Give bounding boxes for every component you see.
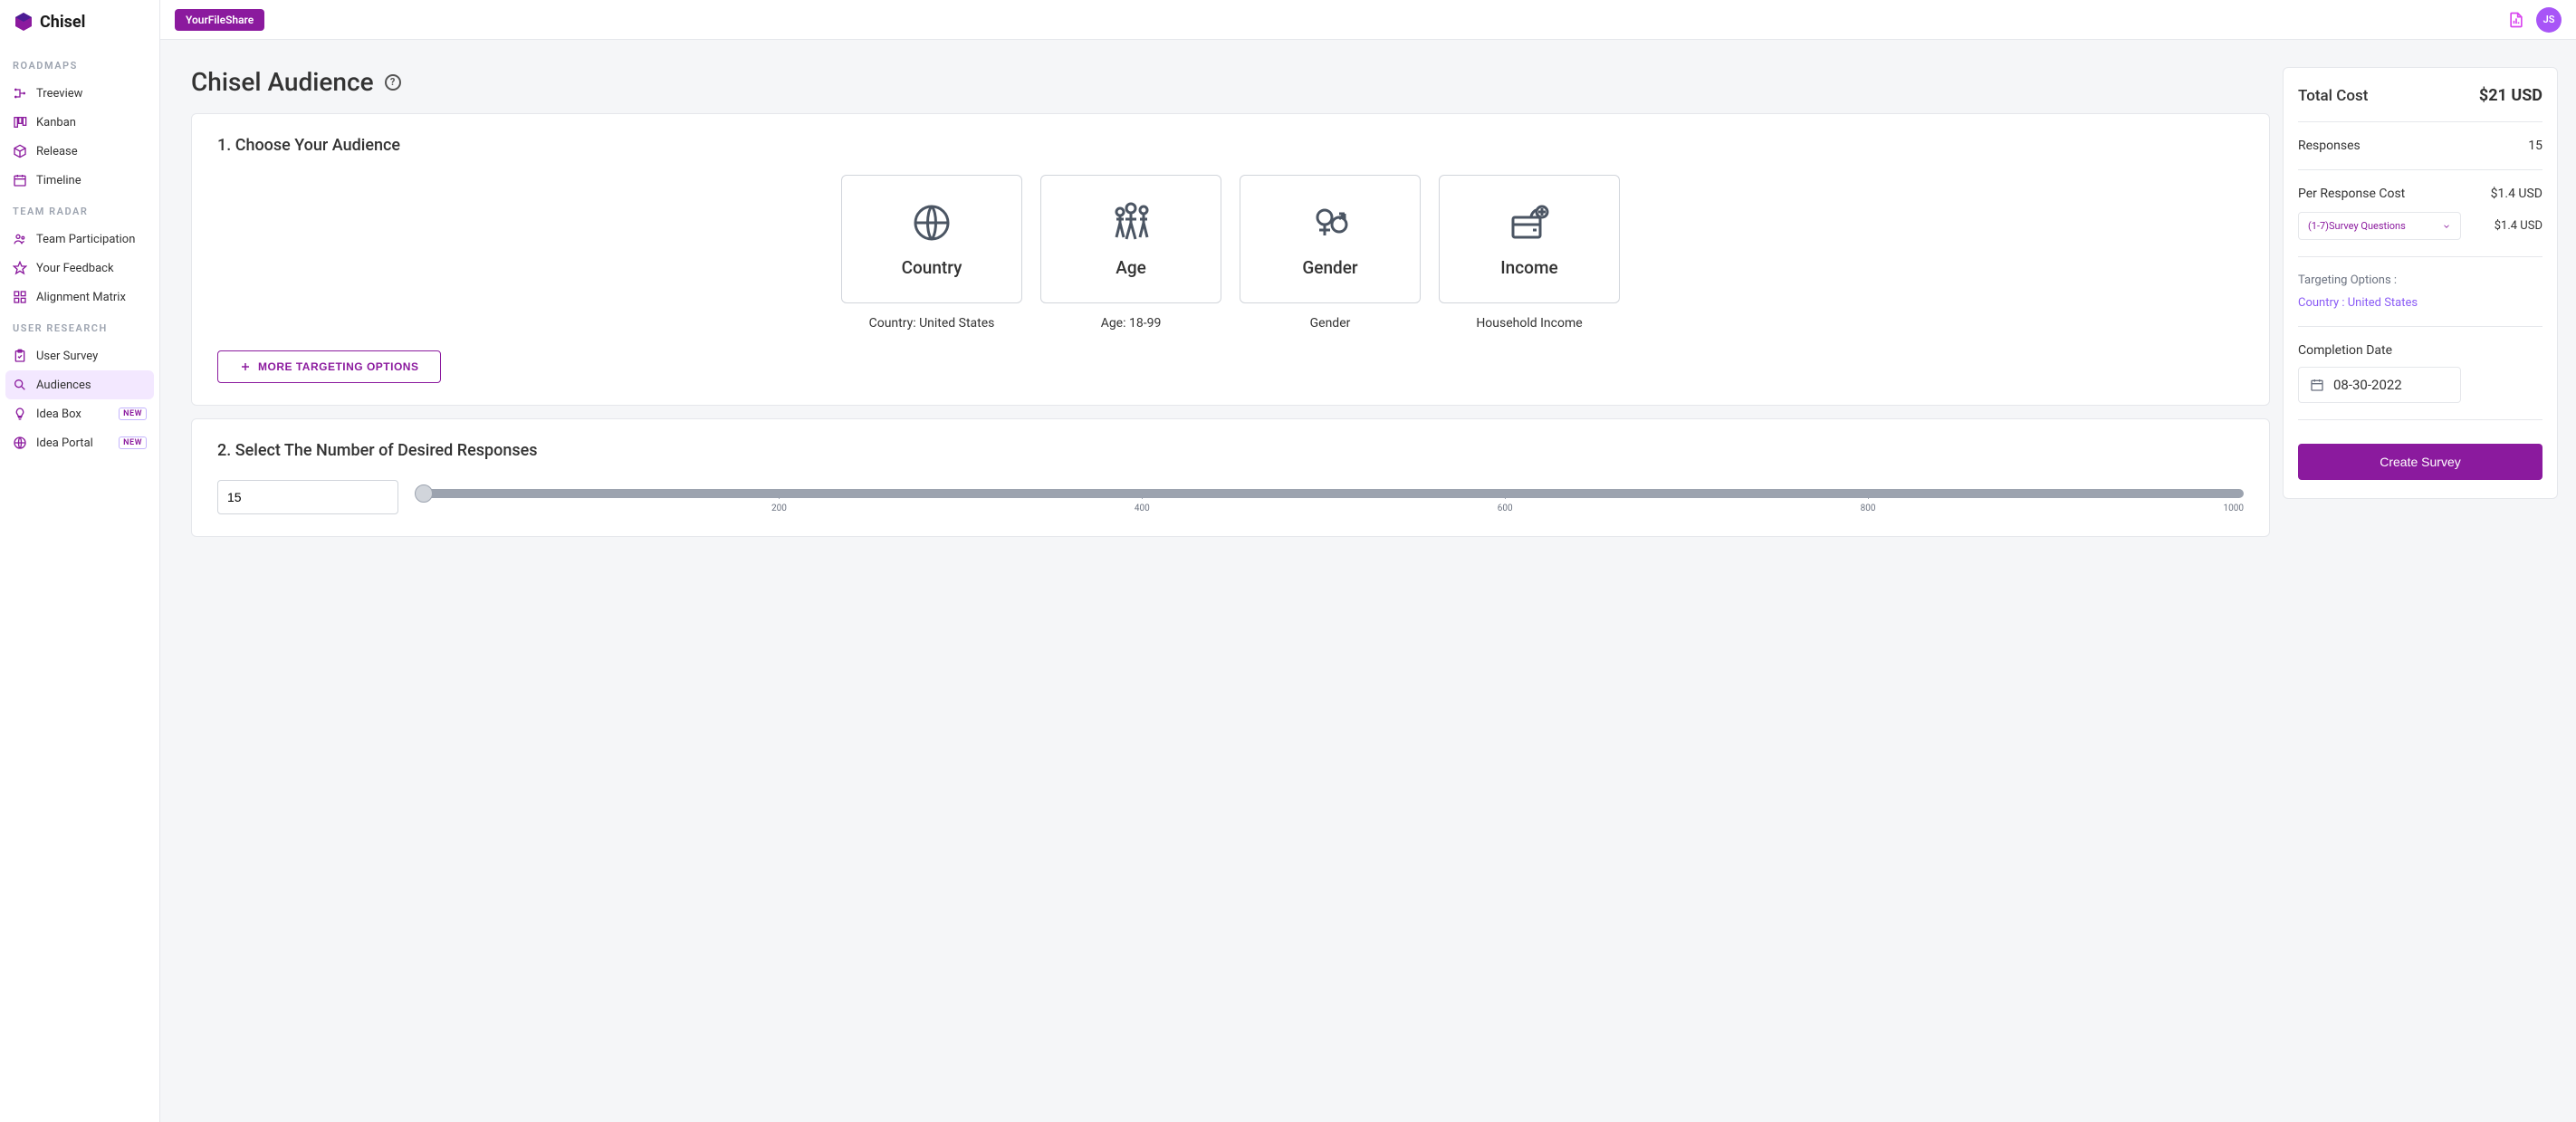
questions-dropdown[interactable]: (1-7)Survey Questions xyxy=(2298,212,2461,240)
total-cost-value: $21 USD xyxy=(2479,86,2542,105)
create-survey-button[interactable]: Create Survey xyxy=(2298,444,2542,480)
responses-label: Responses xyxy=(2298,139,2361,153)
total-cost-label: Total Cost xyxy=(2298,87,2368,105)
completion-date-label: Completion Date xyxy=(2298,343,2542,358)
page-title: Chisel Audience xyxy=(191,67,374,97)
logo[interactable]: Chisel xyxy=(0,11,159,49)
wallet-icon xyxy=(1508,201,1551,245)
section-label-teamradar: TEAM RADAR xyxy=(0,195,159,225)
report-icon[interactable] xyxy=(2507,11,2525,29)
section-heading-2: 2. Select The Number of Desired Response… xyxy=(217,441,2244,460)
per-response-label: Per Response Cost xyxy=(2298,187,2405,201)
audience-tile-income[interactable]: Income xyxy=(1439,175,1620,303)
topbar: YourFileShare JS xyxy=(160,0,2576,40)
questions-price: $1.4 USD xyxy=(2495,219,2542,233)
gender-icon xyxy=(1308,201,1352,245)
grid-icon xyxy=(13,290,27,304)
logo-icon xyxy=(13,11,34,33)
summary-panel: Total Cost $21 USD Responses 15 Per Resp… xyxy=(2283,67,2558,499)
audience-sub-gender: Gender xyxy=(1240,316,1421,331)
sidebar-item-treeview[interactable]: Treeview xyxy=(5,79,154,108)
sidebar-item-alignment-matrix[interactable]: Alignment Matrix xyxy=(5,283,154,312)
bulb-icon xyxy=(13,407,27,421)
responses-count: 15 xyxy=(2528,139,2542,153)
sidebar-item-idea-box[interactable]: Idea BoxNEW xyxy=(5,399,154,428)
new-badge: NEW xyxy=(119,408,147,420)
slider-thumb[interactable] xyxy=(415,484,433,503)
responses-input[interactable] xyxy=(217,480,398,514)
new-badge: NEW xyxy=(119,436,147,449)
family-icon xyxy=(1109,201,1153,245)
audience-sub-country: Country: United States xyxy=(841,316,1022,331)
chevron-down-icon xyxy=(2442,222,2451,231)
logo-text: Chisel xyxy=(40,13,85,32)
sidebar-item-kanban[interactable]: Kanban xyxy=(5,108,154,137)
kanban-icon xyxy=(13,115,27,129)
section-label-userresearch: USER RESEARCH xyxy=(0,312,159,341)
sidebar-item-timeline[interactable]: Timeline xyxy=(5,166,154,195)
audience-sub-age: Age: 18-99 xyxy=(1040,316,1221,331)
responses-slider[interactable]: 200 400 600 800 1000 xyxy=(424,482,2244,513)
globe-icon xyxy=(13,436,27,450)
calendar-icon xyxy=(2310,378,2324,392)
help-icon[interactable]: ? xyxy=(385,74,401,91)
audience-tile-gender[interactable]: Gender xyxy=(1240,175,1421,303)
plus-icon xyxy=(240,361,251,372)
targeting-country-link[interactable]: Country : United States xyxy=(2298,296,2542,310)
clipboard-icon xyxy=(13,349,27,363)
box-icon xyxy=(13,144,27,158)
people-icon xyxy=(13,232,27,246)
audience-card: 1. Choose Your Audience Country Country:… xyxy=(191,113,2270,406)
targeting-options-label: Targeting Options : xyxy=(2298,273,2542,287)
audience-tile-country[interactable]: Country xyxy=(841,175,1022,303)
audience-tile-age[interactable]: Age xyxy=(1040,175,1221,303)
avatar[interactable]: JS xyxy=(2536,7,2562,33)
section-heading-1: 1. Choose Your Audience xyxy=(217,136,2244,155)
star-icon xyxy=(13,261,27,275)
more-targeting-button[interactable]: MORE TARGETING OPTIONS xyxy=(217,350,441,383)
sidebar-item-user-survey[interactable]: User Survey xyxy=(5,341,154,370)
tree-icon xyxy=(13,86,27,101)
per-response-value: $1.4 USD xyxy=(2491,187,2542,201)
section-label-roadmaps: ROADMAPS xyxy=(0,49,159,79)
globe-icon xyxy=(910,201,953,245)
sidebar-item-team-participation[interactable]: Team Participation xyxy=(5,225,154,254)
sidebar-item-release[interactable]: Release xyxy=(5,137,154,166)
sidebar-item-audiences[interactable]: Audiences xyxy=(5,370,154,399)
audience-sub-income: Household Income xyxy=(1439,316,1620,331)
responses-card: 2. Select The Number of Desired Response… xyxy=(191,418,2270,537)
calendar-icon xyxy=(13,173,27,187)
sidebar-item-your-feedback[interactable]: Your Feedback xyxy=(5,254,154,283)
sidebar-item-idea-portal[interactable]: Idea PortalNEW xyxy=(5,428,154,457)
sidebar: Chisel ROADMAPS Treeview Kanban Release … xyxy=(0,0,160,1122)
project-chip[interactable]: YourFileShare xyxy=(175,9,264,31)
slider-ticks: 200 400 600 800 1000 xyxy=(424,503,2244,513)
search-icon xyxy=(13,378,27,392)
completion-date-field[interactable]: 08-30-2022 xyxy=(2298,367,2461,403)
